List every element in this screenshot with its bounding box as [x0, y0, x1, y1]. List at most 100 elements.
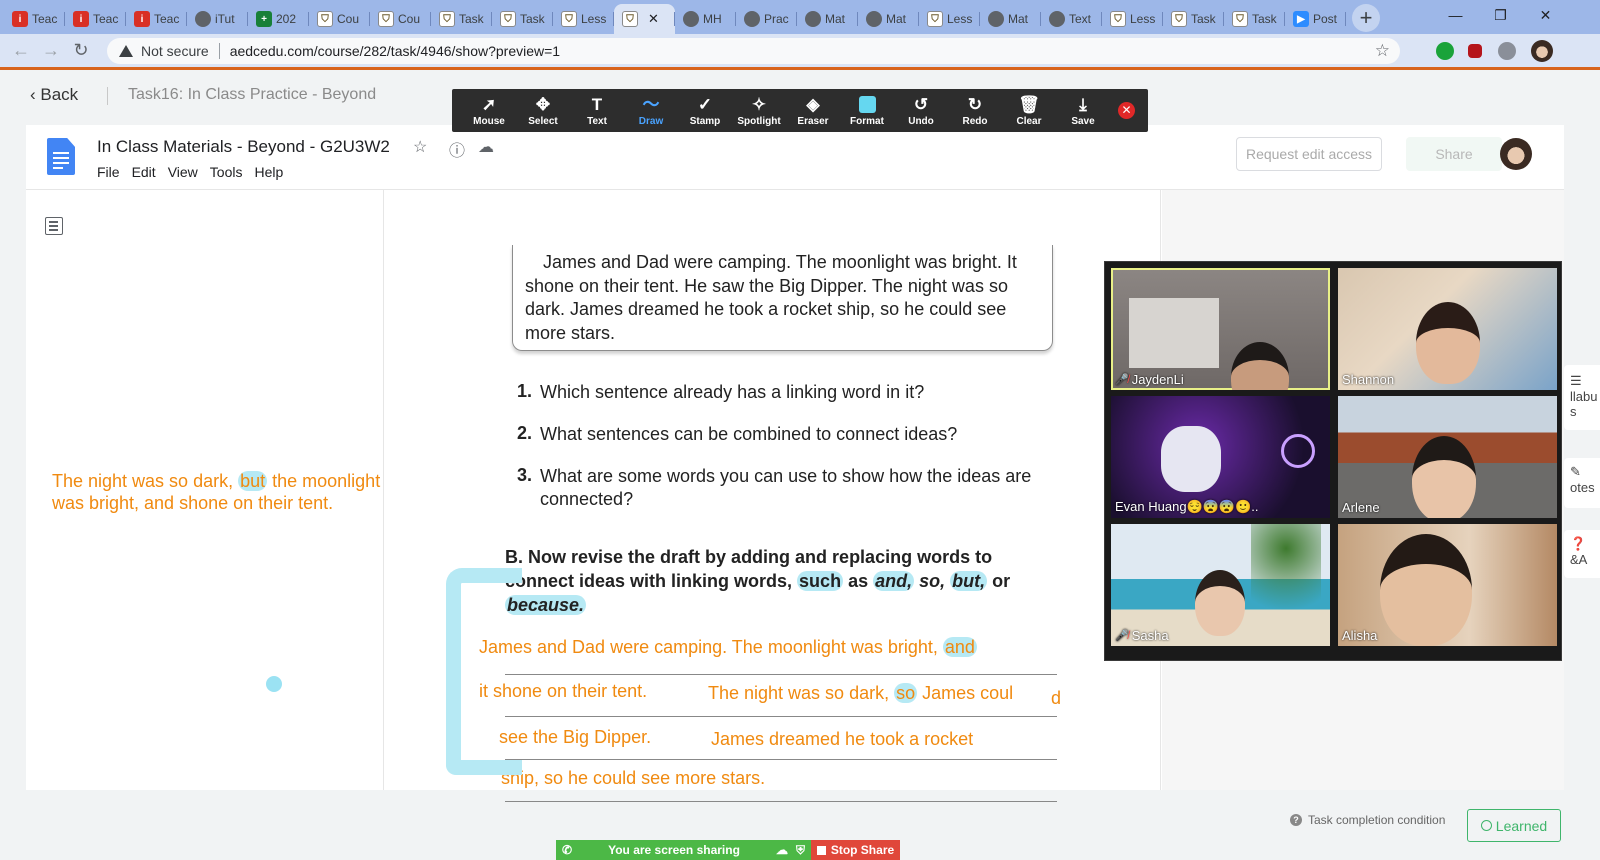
document-title[interactable]: In Class Materials - Beyond - G2U3W2 [97, 137, 390, 157]
docs-menu-file[interactable]: File [97, 164, 120, 180]
participant-name: Sasha [1131, 628, 1169, 643]
video-tile-alisha[interactable]: Alisha [1338, 524, 1557, 646]
stop-share-button[interactable]: Stop Share [811, 840, 900, 860]
video-tile-evan-huang[interactable]: Evan Huang😌😨😨🙂.. [1111, 396, 1330, 518]
writing-line-1 [505, 674, 1057, 675]
browser-tab[interactable]: iTut [187, 4, 248, 34]
tool-label: Stamp [689, 116, 721, 127]
close-annotation-icon[interactable]: ✕ [1118, 102, 1135, 119]
annotate-clear-button[interactable]: 🗑 Clear [1002, 94, 1056, 127]
annotate-undo-button[interactable]: ↺ Undo [894, 94, 948, 127]
forward-arrow-icon[interactable]: → [36, 36, 66, 66]
ublock-icon[interactable] [1468, 44, 1482, 58]
annotate-text-button[interactable]: T Text [570, 94, 624, 127]
qa-tab[interactable]: ❓ &A [1564, 530, 1600, 578]
url-text[interactable]: aedcedu.com/course/282/task/4946/show?pr… [230, 43, 560, 59]
restore-button[interactable]: ❐ [1478, 0, 1523, 30]
annotate-spotlight-button[interactable]: ✧ Spotlight [732, 94, 786, 127]
minimize-button[interactable]: — [1433, 0, 1478, 30]
browser-tab[interactable]: ⛉ Less [919, 4, 980, 34]
video-tile-shannon[interactable]: Shannon [1338, 268, 1557, 390]
participant-label: Arlene [1342, 500, 1380, 515]
browser-tab[interactable]: Text [1041, 4, 1102, 34]
browser-tab[interactable]: Mat [858, 4, 919, 34]
browser-tab[interactable]: i Teac [126, 4, 187, 34]
browser-tab[interactable]: ▶ Post [1285, 4, 1346, 34]
back-link[interactable]: ‹ Back [30, 85, 78, 105]
annotate-format-button[interactable]: Format [840, 94, 894, 127]
browser-tab[interactable]: i Teac [4, 4, 65, 34]
video-tile-sasha[interactable]: 🎤̸ Sasha [1111, 524, 1330, 646]
profile-avatar[interactable] [1531, 40, 1553, 62]
bookmark-star-icon[interactable]: ☆ [1375, 41, 1390, 61]
browser-tab[interactable]: ⛉ Task [1163, 4, 1224, 34]
document-outline-icon[interactable] [45, 217, 63, 235]
annotate-redo-button[interactable]: ↻ Redo [948, 94, 1002, 127]
annotate-stamp-button[interactable]: ✓ Stamp [678, 94, 732, 127]
cloud-status-icon[interactable]: ☁ [478, 137, 494, 157]
tool-label: Redo [962, 116, 988, 127]
task-completion-condition[interactable]: ? Task completion condition [1290, 813, 1445, 827]
browser-tab[interactable]: ⛉ Task [431, 4, 492, 34]
docs-menu-help[interactable]: Help [254, 164, 283, 180]
participant-name: JaydenLi [1131, 372, 1184, 387]
star-icon[interactable]: ☆ [413, 137, 427, 157]
window-close-button[interactable]: ✕ [1523, 0, 1568, 30]
drawn-bracket-annotation [446, 568, 522, 775]
draft-passage: James and Dad were camping. The moonligh… [512, 245, 1053, 351]
handwriting-line-3b: James dreamed he took a rocket [711, 729, 974, 749]
annotate-draw-button[interactable]: 〜 Draw [624, 94, 678, 127]
left-note-highlight-but: but [238, 471, 268, 491]
reload-icon[interactable]: ↻ [66, 36, 96, 66]
info-icon[interactable]: ⓘ [449, 137, 465, 161]
browser-tab[interactable]: i Teac [65, 4, 126, 34]
browser-tab[interactable]: Mat [797, 4, 858, 34]
participant-name: Shannon [1342, 372, 1395, 387]
share-button[interactable]: Share [1406, 137, 1502, 171]
learned-button[interactable]: Learned [1467, 809, 1561, 842]
new-tab-button[interactable]: + [1352, 4, 1380, 32]
browser-tab[interactable]: ⛉ Less [553, 4, 614, 34]
browser-tab[interactable]: Mat [980, 4, 1041, 34]
zoom-annotation-toolbar: ➚ Mouse ✥ Select T Text 〜 Draw ✓ Stamp ✧ Spotlight ◈… [452, 89, 1148, 132]
notes-tab[interactable]: ✎ otes [1564, 458, 1600, 508]
annotate-select-button[interactable]: ✥ Select [516, 94, 570, 127]
annotate-save-button[interactable]: ⤓ Save [1056, 94, 1110, 127]
browser-tab[interactable]: ⛉ Less [1102, 4, 1163, 34]
video-tile-jaydenli[interactable]: 🎤̸ JaydenLi [1111, 268, 1330, 390]
annotate-eraser-button[interactable]: ◈ Eraser [786, 94, 840, 127]
browser-tab[interactable]: +202 [248, 4, 309, 34]
back-arrow-icon[interactable]: ← [6, 36, 36, 66]
browser-tab[interactable]: ⛉ Task [1224, 4, 1285, 34]
browser-tab[interactable]: ⛉ Cou [370, 4, 431, 34]
browser-tab[interactable]: ⛉ Cou [309, 4, 370, 34]
question-text: Which sentence already has a linking wor… [540, 382, 925, 402]
tab-favicon-icon: i [134, 11, 150, 27]
participant-face [1416, 302, 1480, 384]
address-bar[interactable]: Not secure aedcedu.com/course/282/task/4… [107, 38, 1400, 64]
request-edit-access-button[interactable]: Request edit access [1236, 137, 1382, 171]
browser-tab[interactable]: MH [675, 4, 736, 34]
browser-tab[interactable]: ⛉ ✕ [614, 4, 675, 34]
docs-menu-view[interactable]: View [168, 164, 198, 180]
extensions-puzzle-icon[interactable] [1498, 42, 1516, 60]
notes-label: otes [1570, 480, 1595, 495]
tab-close-icon[interactable]: ✕ [648, 11, 659, 27]
left-note-text-a: The night was so dark, [52, 471, 239, 491]
pencil-icon: ✎ [1570, 464, 1581, 479]
sharing-indicator[interactable]: ✆ You are screen sharing ☁ ⛨ [556, 840, 811, 860]
browser-tab[interactable]: Prac [736, 4, 797, 34]
docs-menu-edit[interactable]: Edit [132, 164, 156, 180]
tab-favicon-icon [683, 11, 699, 27]
qa-label: &A [1570, 552, 1588, 567]
tab-favicon-icon: ⛉ [561, 11, 577, 27]
video-tile-arlene[interactable]: Arlene [1338, 396, 1557, 518]
extension-green-icon[interactable] [1436, 42, 1454, 60]
syllabus-tab[interactable]: ☰ llabu s [1564, 365, 1600, 430]
docs-menu-tools[interactable]: Tools [210, 164, 243, 180]
user-avatar[interactable] [1500, 138, 1532, 170]
tab-favicon-icon: ⛉ [1171, 11, 1187, 27]
browser-tab[interactable]: ⛉ Task [492, 4, 553, 34]
annotate-mouse-button[interactable]: ➚ Mouse [462, 94, 516, 127]
hw-highlight-and: and [942, 637, 977, 657]
